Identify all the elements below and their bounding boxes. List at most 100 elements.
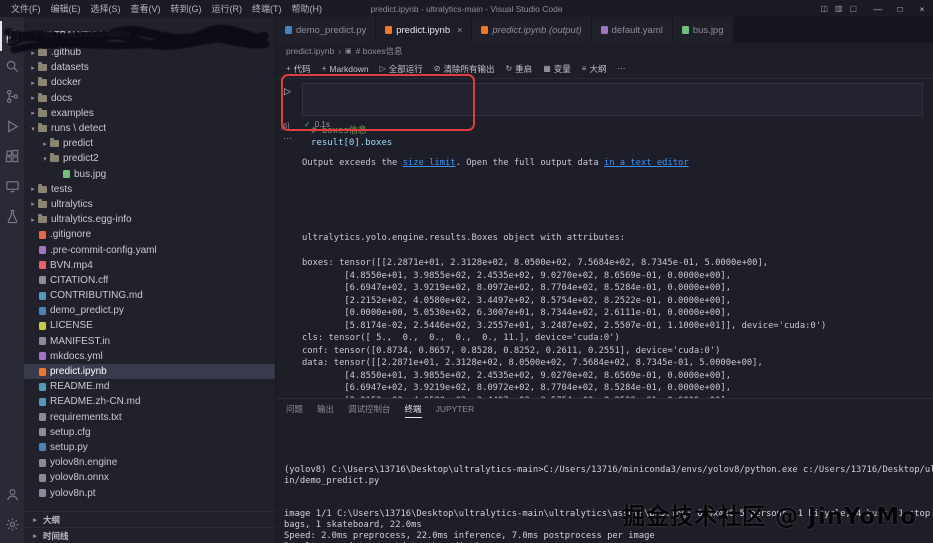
tree-item[interactable]: LICENSE [24,318,275,333]
menu-item[interactable]: 选择(S) [86,2,126,15]
testing-icon[interactable] [0,201,24,231]
notebook-toolbar-button[interactable]: + Markdown [322,64,369,74]
cell-code-editor[interactable]: # boxes信息 result[0].boxes [302,83,923,148]
notebook-toolbar-button[interactable]: + 代码 [286,63,311,75]
extensions-icon[interactable] [0,141,24,171]
breadcrumb-cell[interactable]: # boxes信息 [356,45,403,57]
editor-tab[interactable]: predict.ipynb (output) [472,17,592,43]
run-debug-icon[interactable] [0,111,24,141]
output-line: [0.0000e+00, 5.0530e+02, 6.3007e+01, 8.7… [302,308,731,318]
tree-item-label: docs [51,92,73,104]
layout-toggle-icon[interactable]: ▢ [849,4,857,13]
banner-text: Output exceeds the [302,158,403,168]
menu-item[interactable]: 终端(T) [247,2,287,15]
notebook-toolbar-button[interactable]: ⋯ [617,64,628,73]
activity-bar [0,17,24,543]
tree-item[interactable]: .pre-commit-config.yaml [24,242,275,257]
editor-tab[interactable]: default.yaml [591,17,673,43]
file-icon [39,413,46,422]
tree-item[interactable]: README.zh-CN.md [24,394,275,409]
breadcrumb-file[interactable]: predict.ipynb [286,46,334,56]
panel-tab[interactable]: 调试控制台 [348,399,391,418]
sidebar-section-header[interactable]: ▸ 时间线 [24,527,275,543]
editor-tab[interactable]: predict.ipynb × [376,17,473,43]
file-icon [39,352,46,361]
remote-explorer-icon[interactable] [0,171,24,201]
explorer-icon[interactable] [0,21,24,51]
tree-item[interactable]: BVN.mp4 [24,258,275,273]
file-icon [63,170,70,179]
panel-tab[interactable]: 输出 [317,399,334,418]
explorer-root-header[interactable]: ▾ ULTRALYTICS-MAIN [24,25,275,43]
tree-item[interactable]: mkdocs.yml [24,349,275,364]
tree-item[interactable]: predict.ipynb [24,363,275,380]
menu-item[interactable]: 运行(R) [207,2,248,15]
tree-item[interactable]: ▸ .github [24,45,275,60]
panel-tab[interactable]: 终端 [405,399,422,418]
editor-tab-bar: demo_predict.py predict.ipynb × predict.… [276,17,933,43]
tree-item[interactable]: ▸ datasets [24,60,275,75]
notebook-toolbar-button[interactable]: ▷ 全部运行 [380,63,423,75]
breadcrumb[interactable]: predict.ipynb › ▣ # boxes信息 [276,43,933,59]
toolbar-button-icon: + [321,64,327,73]
watermark-text: 掘金技术社区 @ JinYoMo [622,504,917,530]
tree-item[interactable]: ▸ ultralytics [24,197,275,212]
run-cell-button[interactable]: ▷ [284,86,291,97]
notebook-toolbar-button[interactable]: ≡ 大纲 [582,63,607,75]
toolbar-button-label: 代码 [293,63,311,74]
account-icon[interactable] [0,479,24,509]
size-limit-link[interactable]: size limit [403,158,456,168]
tree-item[interactable]: ▾ predict2 [24,151,275,166]
notebook-toolbar-button[interactable]: ↻ 重启 [505,63,532,75]
menu-item[interactable]: 转到(G) [166,2,207,15]
tree-item[interactable]: CONTRIBUTING.md [24,288,275,303]
search-icon[interactable] [0,51,24,81]
output-overflow-icon[interactable]: ⋯ [283,133,292,144]
menu-item[interactable]: 查看(V) [126,2,166,15]
tree-item[interactable]: ▸ docker [24,75,275,90]
menu-item[interactable]: 文件(F) [6,2,46,15]
tree-item[interactable]: yolov8n.pt [24,485,275,500]
close-button[interactable]: × [911,0,933,17]
cell-symbol-icon: ▣ [345,48,352,55]
tree-item[interactable]: ▸ predict [24,136,275,151]
tree-item[interactable]: yolov8n.onnx [24,470,275,485]
editor-tab[interactable]: bus.jpg [672,17,734,43]
layout-toggle-icon[interactable]: ▥ [835,4,843,13]
tree-item[interactable]: CITATION.cff [24,273,275,288]
tree-item[interactable]: setup.cfg [24,425,275,440]
toolbar-button-label: 变量 [553,63,571,74]
settings-gear-icon[interactable] [0,509,24,539]
source-control-icon[interactable] [0,81,24,111]
tree-item[interactable]: ▸ ultralytics.egg-info [24,212,275,227]
tree-item[interactable]: ▸ examples [24,106,275,121]
tree-item[interactable]: setup.py [24,440,275,455]
file-icon [39,428,46,437]
toolbar-button-icon: ▷ [379,64,386,73]
tree-item[interactable]: demo_predict.py [24,303,275,318]
tree-chevron-icon: ▾ [43,155,47,163]
tree-item[interactable]: yolov8n.engine [24,455,275,470]
layout-toggle-icon[interactable]: ◫ [820,4,828,13]
tree-item[interactable]: ▾ runs \ detect [24,121,275,136]
minimize-button[interactable]: — [867,0,889,17]
menu-item[interactable]: 帮助(H) [287,2,328,15]
maximize-button[interactable]: □ [889,0,911,17]
tree-item[interactable]: ▸ tests [24,182,275,197]
sidebar-section-header[interactable]: ▸ 大纲 [24,511,275,527]
menu-item[interactable]: 编辑(E) [46,2,86,15]
tree-item[interactable]: requirements.txt [24,410,275,425]
tree-item[interactable]: .gitignore [24,227,275,242]
notebook-toolbar-button[interactable]: ⊘ 清除所有输出 [434,63,495,75]
panel-tab[interactable]: 问题 [286,399,303,418]
tree-item[interactable]: ▸ docs [24,91,275,106]
tree-item-label: CITATION.cff [50,274,109,286]
panel-tab[interactable]: JUPYTER [436,399,475,418]
text-editor-link[interactable]: in a text editor [604,158,689,168]
notebook-toolbar-button[interactable]: ▦ 变量 [543,63,571,75]
editor-tab[interactable]: demo_predict.py [276,17,377,43]
tree-item[interactable]: README.md [24,379,275,394]
tab-close-icon[interactable]: × [457,25,462,35]
tree-item[interactable]: MANIFEST.in [24,334,275,349]
tree-item[interactable]: bus.jpg [24,167,275,182]
